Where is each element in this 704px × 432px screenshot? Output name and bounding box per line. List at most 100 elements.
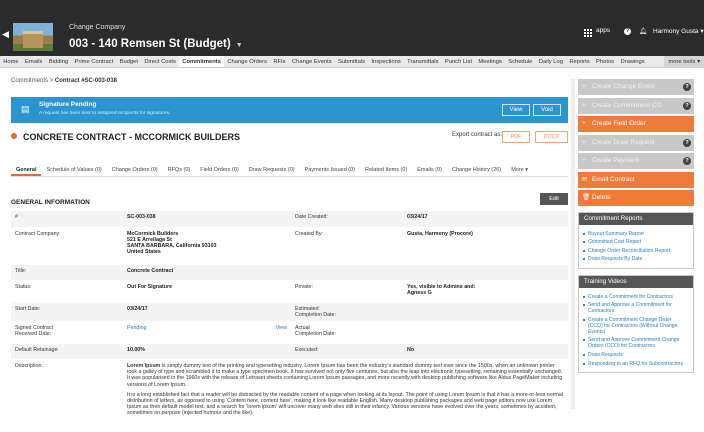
nav-item-reports[interactable]: Reports (566, 56, 593, 67)
nav-item-daily-log[interactable]: Daily Log (536, 56, 567, 67)
create-draw-request-button[interactable]: + Create Draw Request? (578, 134, 694, 151)
send-and-approve-a-commitment-for-contra-link[interactable]: Send and Approve a Commitment for Contra… (583, 302, 687, 314)
view-button[interactable]: View (502, 104, 530, 116)
user-name: Harmony Gusta (653, 28, 699, 35)
help-icon[interactable]: ? (683, 138, 691, 147)
tab-general[interactable]: General (11, 165, 42, 176)
info-row: Start Date: 03/24/17 Estimated Completion D… (11, 302, 568, 322)
nav-item-change-orders[interactable]: Change Orders (224, 56, 270, 67)
view-signed-contract-link[interactable]: View (276, 325, 287, 331)
company-name: Change Company (69, 24, 126, 31)
breadcrumb-commitments[interactable]: Commitments (11, 78, 48, 84)
nav-item-commitments[interactable]: Commitments (179, 56, 225, 67)
main-nav: Home Emails Bidding Prime Contract Budget Dir… (0, 56, 704, 68)
project-selector[interactable]: 003 - 140 Remsen St (Budget) ▼ (69, 38, 243, 50)
field-value: SC-003-038 (123, 211, 291, 228)
envelope-icon: ✉ (582, 175, 588, 183)
info-row: Default Retainage: 10.00% Executed: No (11, 343, 568, 360)
action-label: Create Change Event (592, 83, 655, 90)
field-value[interactable]: View Pending (123, 321, 291, 344)
nav-item-drawings[interactable]: Drawings (617, 56, 648, 67)
create-field-order-button[interactable]: + Create Field Order (578, 116, 694, 132)
tab-related-items-0[interactable]: Related Items (0) (360, 165, 412, 176)
void-button[interactable]: Void (533, 104, 561, 116)
export-pdf-button[interactable]: PDF (502, 131, 530, 143)
project-thumbnail (13, 23, 53, 51)
description-bold: Lorem Ipsum (127, 362, 161, 369)
tab-schedule-of-values-0[interactable]: Schedule of Values (0) (41, 165, 106, 176)
document-icon: ▤ (21, 104, 30, 114)
responding-to-an-rfq-for-subcontractors-link[interactable]: Responding to an RFQ for Subcontractors (583, 361, 687, 367)
nav-item-punch-list[interactable]: Punch List (442, 56, 475, 67)
nav-item-budget[interactable]: Budget (116, 56, 141, 67)
field-label: Estimated Completion Date: (291, 302, 403, 322)
create-commitment-co-button[interactable]: + Create Commitment CO? (578, 97, 694, 114)
export-docx-button[interactable]: DOCX (535, 131, 568, 143)
notification-icon[interactable]: 🔔︎ (639, 27, 647, 35)
trash-icon: 🗑︎ (582, 194, 591, 201)
nav-item-photos[interactable]: Photos (593, 56, 617, 67)
help-icon[interactable]: ? (683, 83, 691, 91)
action-label: Delete (592, 194, 611, 201)
field-label (291, 264, 403, 281)
tab-emails-0[interactable]: Emails (0) (412, 165, 447, 176)
description-paragraph: It is a long established fact that a rea… (127, 391, 563, 417)
tab-rfqs-0[interactable]: RFQs (0) (163, 165, 196, 176)
field-label: Signed Contract Received Date: (11, 321, 123, 344)
commitment-reports-panel: Commitment Reports Buyout Summary Report… (578, 212, 694, 269)
general-info-table: # SC-003-038 Date Created: 03/24/17 Contract… (11, 211, 568, 425)
description-label: Description: (11, 359, 123, 425)
create-change-event-button[interactable]: + Create Change Event? (578, 79, 694, 95)
nav-item-prime-contract[interactable]: Prime Contract (71, 56, 116, 67)
committed-cost-report-link[interactable]: Committed Cost Report (583, 239, 687, 245)
apps-link[interactable]: apps (596, 27, 610, 34)
edit-button[interactable]: Edit (540, 193, 568, 205)
send-and-approve-commitment-change-order-link[interactable]: Send and Approve Commitment Change Order… (583, 337, 687, 349)
buyout-summary-report-link[interactable]: Buyout Summary Report (583, 231, 687, 237)
more-tools-menu[interactable]: more tools ▾ (664, 56, 704, 68)
tab-change-history-26[interactable]: Change History (26) (447, 165, 506, 176)
nav-item-emails[interactable]: Emails (22, 56, 46, 67)
field-value: 10.00% (123, 343, 291, 360)
tab-field-orders-0[interactable]: Field Orders (0) (195, 165, 244, 176)
page-title-text: CONCRETE CONTRACT - MCCORMICK BUILDERS (23, 132, 240, 142)
tab-payments-issued-0[interactable]: Payments Issued (0) (300, 165, 360, 176)
tab-change-orders-0[interactable]: Change Orders (0) (107, 165, 163, 176)
nav-item-home[interactable]: Home (0, 56, 22, 67)
nav-item-bidding[interactable]: Bidding (46, 56, 72, 67)
tab-more[interactable]: More ▾ (506, 165, 533, 176)
help-icon[interactable]: ? (683, 157, 691, 165)
more-tools-label: more tools (668, 59, 696, 65)
field-label: Private: (291, 280, 403, 303)
scrollbar[interactable] (571, 79, 575, 409)
create-a-commitment-change-order-cco-for-link[interactable]: Create a Commitment Change Order (CCO) f… (583, 317, 687, 335)
field-label: Start Date: (11, 302, 123, 322)
email-contract-button[interactable]: ✉ Email Contract (578, 171, 694, 188)
nav-item-change-events[interactable]: Change Events (289, 56, 335, 67)
nav-item-schedule[interactable]: Schedule (505, 56, 536, 67)
nav-item-direct-costs[interactable]: Direct Costs (141, 56, 179, 67)
delete-button[interactable]: 🗑︎ Delete (578, 190, 694, 206)
help-icon[interactable]: ? (624, 27, 631, 35)
tab-draw-requests-0[interactable]: Draw Requests (0) (244, 165, 300, 176)
help-icon[interactable]: ? (683, 101, 691, 110)
nav-item-rfis[interactable]: RFIs (270, 56, 289, 67)
field-value (403, 264, 568, 281)
field-label: Created By: (291, 227, 403, 265)
field-value: Concrete Contract (123, 264, 291, 281)
plus-icon: + (582, 120, 586, 127)
field-value: Out For Signature (123, 280, 291, 303)
change-order-reconciliation-report-link[interactable]: Change Order Reconciliation Report (583, 248, 687, 254)
back-arrow-icon[interactable]: ◀ (2, 29, 9, 40)
apps-grid-icon[interactable] (584, 29, 592, 37)
draw-requests-link[interactable]: Draw Requests (583, 352, 687, 358)
nav-item-submittals[interactable]: Submittals (335, 56, 368, 67)
user-menu[interactable]: Harmony Gusta ▾ (653, 27, 704, 35)
action-label: Create Commitment CO (592, 101, 662, 109)
nav-item-inspections[interactable]: Inspections (368, 56, 404, 67)
create-a-commitment-for-contractors-link[interactable]: Create a Commitment for Contractors (583, 294, 687, 300)
draw-requests-by-date-link[interactable]: Draw Requests By Date (583, 256, 687, 262)
nav-item-meetings[interactable]: Meetings (475, 56, 505, 67)
nav-item-transmittals[interactable]: Transmittals (404, 56, 442, 67)
create-payment-button[interactable]: + Create Payment? (578, 153, 694, 169)
